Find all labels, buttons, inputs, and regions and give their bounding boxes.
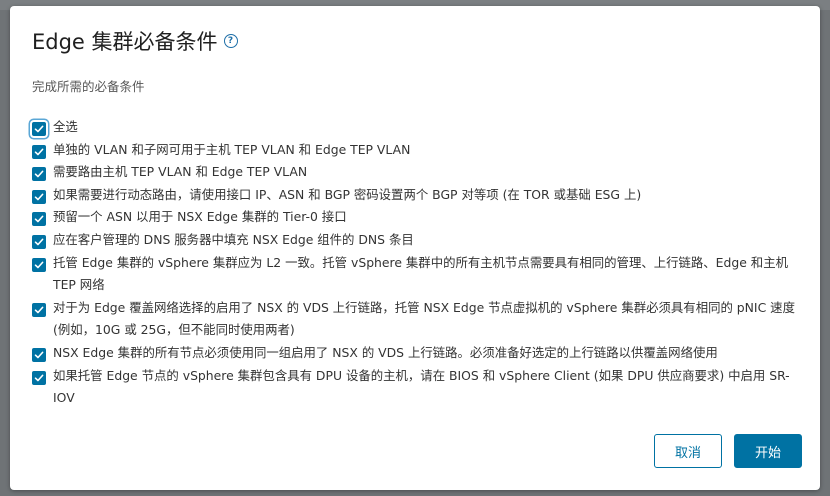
prerequisite-label: 应在客户管理的 DNS 服务器中填充 NSX Edge 组件的 DNS 条目 (53, 231, 414, 247)
prerequisite-checkbox[interactable] (32, 347, 46, 362)
prerequisite-label: 如果需要进行动态路由，请使用接口 IP、ASN 和 BGP 密码设置两个 BGP… (53, 186, 642, 202)
prerequisite-checkbox[interactable] (32, 370, 46, 385)
start-button[interactable]: 开始 (734, 434, 802, 468)
prerequisite-label: 需要路由主机 TEP VLAN 和 Edge TEP VLAN (53, 164, 308, 180)
prerequisite-checklist: 全选 单独的 VLAN 和子网可用于主机 TEP VLAN 和 Edge TEP… (32, 119, 802, 405)
checkmark-icon (34, 148, 44, 155)
dialog-title: Edge 集群必备条件 (32, 30, 218, 54)
prerequisite-label: 单独的 VLAN 和子网可用于主机 TEP VLAN 和 Edge TEP VL… (53, 141, 411, 157)
checkmark-icon (34, 306, 44, 314)
cancel-button[interactable]: 取消 (654, 434, 722, 468)
dialog-footer: 取消 开始 (654, 434, 802, 468)
checkmark-icon (34, 238, 44, 246)
prerequisite-checkbox[interactable] (32, 257, 46, 272)
prerequisite-checkbox[interactable] (32, 167, 46, 182)
prerequisite-label: 预留一个 ASN 以用于 NSX Edge 集群的 Tier-0 接口 (53, 209, 347, 225)
prerequisite-checkbox[interactable] (32, 189, 46, 204)
checkmark-icon (34, 215, 44, 223)
dialog-subtitle: 完成所需的必备条件 (32, 79, 145, 94)
checkmark-icon (34, 193, 44, 201)
prerequisite-item: 如果托管 Edge 节点的 vSphere 集群包含具有 DPU 设备的主机，请… (32, 368, 802, 405)
prerequisite-checkbox[interactable] (32, 212, 46, 227)
checkmark-icon (34, 351, 44, 359)
select-all-checkbox[interactable] (32, 122, 46, 136)
select-all-label: 全选 (53, 119, 78, 134)
prerequisite-label: 托管 Edge 集群的 vSphere 集群应为 L2 一致。托管 vSpher… (53, 254, 788, 293)
prerequisite-checkbox[interactable] (32, 234, 46, 249)
dialog-header: Edge 集群必备条件 ? (32, 26, 238, 56)
prerequisite-label: 如果托管 Edge 节点的 vSphere 集群包含具有 DPU 设备的主机，请… (53, 367, 790, 406)
checkmark-icon (34, 261, 44, 268)
prerequisite-label: 对于为 Edge 覆盖网络选择的启用了 NSX 的 VDS 上行链路，托管 NS… (53, 299, 795, 338)
prerequisites-dialog: Edge 集群必备条件 ? 完成所需的必备条件 全选 单独的 VLAN 和子网可… (10, 6, 820, 490)
checkmark-icon (34, 374, 44, 381)
prerequisite-label: NSX Edge 集群的所有节点必须使用同一组启用了 NSX 的 VDS 上行链… (53, 344, 718, 360)
checkmark-icon (34, 125, 44, 133)
prerequisite-item: 托管 Edge 集群的 vSphere 集群应为 L2 一致。托管 vSpher… (32, 255, 802, 301)
prerequisite-item: 对于为 Edge 覆盖网络选择的启用了 NSX 的 VDS 上行链路，托管 NS… (32, 300, 802, 346)
prerequisite-checkbox[interactable] (32, 302, 46, 317)
checkmark-icon (34, 170, 44, 178)
help-icon[interactable]: ? (223, 34, 238, 48)
prerequisite-checkbox[interactable] (32, 144, 46, 159)
